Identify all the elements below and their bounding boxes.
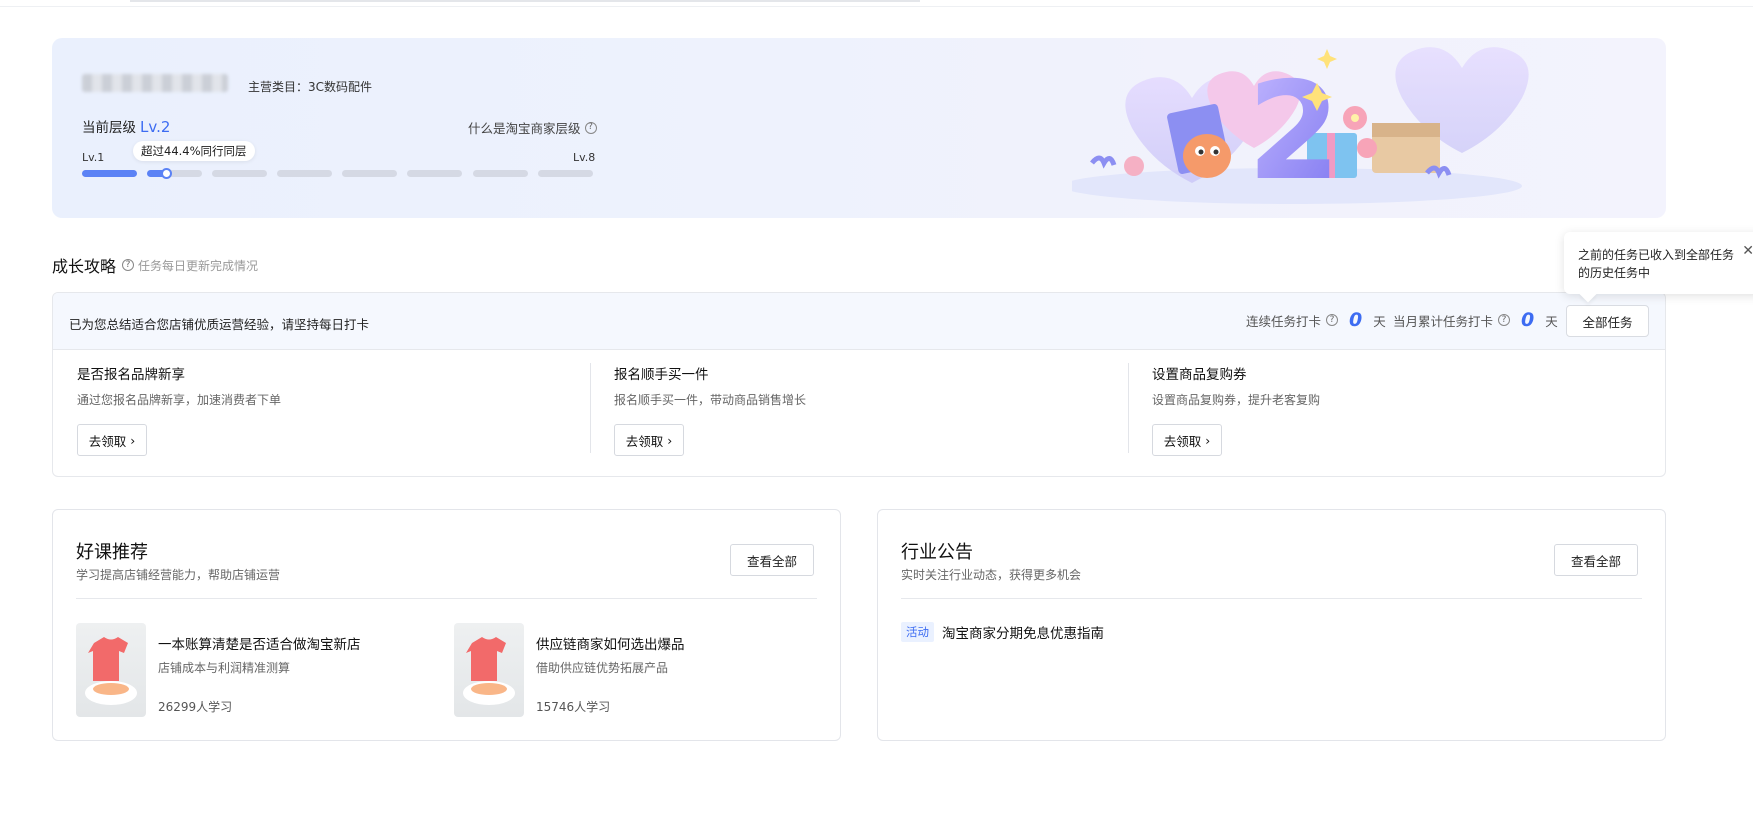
question-icon: ? [1326,314,1339,326]
close-icon[interactable]: ✕ [1742,242,1753,260]
claim-button-label: 去领取 [625,433,664,449]
task-desc: 通过您报名品牌新享，加速消费者下单 [77,393,282,407]
progress-segment-1 [82,170,137,177]
course-desc: 借助供应链优势拓展产品 [536,661,669,675]
history-tasks-popover: 之前的任务已收入到全部任务的历史任务中 ✕ [1564,232,1753,294]
what-is-level-link[interactable]: 什么是淘宝商家层级 ? [468,118,597,137]
course-info: 一本账算清楚是否适合做淘宝新店 店铺成本与利润精准测算 26299人学习 [158,623,361,717]
question-icon: ? [584,121,597,134]
task-item: 设置商品复购券 设置商品复购券，提升老客复购 去领取 › [1152,363,1320,456]
task-title: 设置商品复购券 [1152,367,1247,383]
progress-segment-4 [277,170,332,177]
streak-unit: 天 [1373,313,1386,329]
level-end-label: Lv.8 [573,151,596,164]
courses-card: 好课推荐 学习提高店铺经营能力，帮助店铺运营 查看全部 一本账算清楚是否适合做淘… [52,509,841,741]
notice-tag: 活动 [901,622,934,642]
top-divider [0,6,1753,7]
level-banner: 主营类目：3C数码配件 当前层级 Lv.2 什么是淘宝商家层级 ? Lv.1 Lv… [52,38,1666,218]
what-is-level-label: 什么是淘宝商家层级 [468,121,581,136]
main-category: 主营类目：3C数码配件 [248,80,373,94]
courses-view-all-button[interactable]: 查看全部 [730,544,814,576]
popover-text: 之前的任务已收入到全部任务的历史任务中 [1578,248,1735,280]
task-item: 报名顺手买一件 报名顺手买一件，带动商品销售增长 去领取 › [614,363,806,456]
growth-subtitle: ? 任务每日更新完成情况 [122,257,258,274]
claim-button[interactable]: 去领取 › [1152,424,1222,456]
task-message: 已为您总结适合您店铺优质运营经验，请坚持每日打卡 [69,317,370,332]
course-title: 一本账算清楚是否适合做淘宝新店 [158,637,361,653]
streak-label: 连续任务打卡 [1246,313,1322,329]
notices-view-all-button[interactable]: 查看全部 [1554,544,1638,576]
streak-value: 0 [1349,309,1363,331]
course-students: 26299人学习 [158,700,233,714]
task-desc: 报名顺手买一件，带动商品销售增长 [614,393,807,407]
monthly-counter: 当月累计任务打卡 ? 0 天 [1393,309,1558,331]
level-number-graphic: 2 [1247,53,1341,210]
growth-section-title: 成长攻略 ? 任务每日更新完成情况 [52,253,258,277]
current-level-value: Lv.2 [140,118,171,136]
notices-title: 行业公告 [901,542,973,563]
chevron-right-icon: › [1205,432,1211,448]
chevron-right-icon: › [667,432,673,448]
monthly-label: 当月累计任务打卡 [1393,313,1494,329]
task-title: 报名顺手买一件 [614,367,709,383]
course-title: 供应链商家如何选出爆品 [536,637,685,653]
progress-segment-2 [147,170,202,177]
current-level: 当前层级 Lv.2 [82,116,170,136]
monthly-value: 0 [1521,309,1535,331]
chevron-right-icon: › [130,432,136,448]
growth-title: 成长攻略 [52,257,117,276]
task-title: 是否报名品牌新享 [77,367,185,383]
courses-subtitle: 学习提高店铺经营能力，帮助店铺运营 [76,568,281,582]
divider [1128,363,1129,453]
task-card: 已为您总结适合您店铺优质运营经验，请坚持每日打卡 连续任务打卡 ? 0 天 当月… [52,292,1666,477]
divider [901,598,1642,599]
notice-title: 淘宝商家分期免息优惠指南 [942,626,1104,642]
courses-title: 好课推荐 [76,542,148,563]
level-start-label: Lv.1 [82,151,105,164]
streak-counter: 连续任务打卡 ? 0 天 [1246,309,1386,331]
course-thumbnail [76,623,146,717]
question-icon: ? [122,259,135,271]
progress-segment-7 [473,170,528,177]
current-level-label: 当前层级 [82,120,136,136]
monthly-unit: 天 [1545,313,1558,329]
notices-subtitle: 实时关注行业动态，获得更多机会 [901,568,1082,582]
all-tasks-button[interactable]: 全部任务 [1566,305,1649,337]
progress-segment-3 [212,170,267,177]
course-desc: 店铺成本与利润精准测算 [158,661,291,675]
progress-segment-6 [407,170,462,177]
course-item[interactable]: 一本账算清楚是否适合做淘宝新店 店铺成本与利润精准测算 26299人学习 [76,623,361,717]
progress-marker [161,168,172,179]
claim-button[interactable]: 去领取 › [77,424,147,456]
divider [590,363,591,453]
question-icon: ? [1498,314,1511,326]
course-students: 15746人学习 [536,700,611,714]
top-scroll-indicator [130,0,920,2]
growth-subtitle-text: 任务每日更新完成情况 [138,258,259,273]
task-item: 是否报名品牌新享 通过您报名品牌新享，加速消费者下单 去领取 › [77,363,281,456]
course-thumbnail [454,623,524,717]
course-info: 供应链商家如何选出爆品 借助供应链优势拓展产品 15746人学习 [536,623,685,717]
task-card-header: 已为您总结适合您店铺优质运营经验，请坚持每日打卡 连续任务打卡 ? 0 天 当月… [53,293,1665,350]
claim-button-label: 去领取 [88,433,127,449]
progress-segment-5 [342,170,397,177]
level-illustration: 2 [1072,47,1529,210]
shop-name-redacted [82,74,228,92]
claim-button[interactable]: 去领取 › [614,424,684,456]
claim-button-label: 去领取 [1163,433,1202,449]
notice-item[interactable]: 活动 淘宝商家分期免息优惠指南 [901,622,1104,642]
divider [76,598,817,599]
course-item[interactable]: 供应链商家如何选出爆品 借助供应链优势拓展产品 15746人学习 [454,623,685,717]
percentile-tooltip: 超过44.4%同行同层 [133,141,255,161]
task-desc: 设置商品复购券，提升老客复购 [1152,393,1321,407]
progress-segment-8 [538,170,593,177]
notices-card: 行业公告 实时关注行业动态，获得更多机会 查看全部 活动 淘宝商家分期免息优惠指… [877,509,1666,741]
